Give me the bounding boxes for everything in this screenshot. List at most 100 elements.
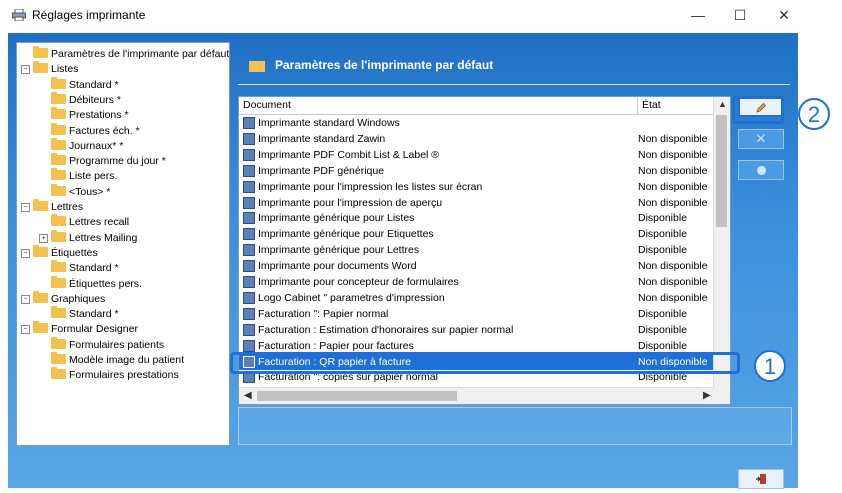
tree-item[interactable]: Standard * [39, 260, 119, 275]
tree-item[interactable]: Prestations * [39, 107, 129, 122]
collapse-icon[interactable]: − [21, 203, 30, 212]
tree-item-label: Liste pers. [69, 170, 118, 183]
printer-icon [12, 9, 26, 21]
tree-item[interactable]: Journaux* * [39, 137, 123, 153]
table-row[interactable]: Imprimante générique pour Etiquettes Disp… [239, 226, 714, 242]
tree-item[interactable]: <Tous> * [39, 183, 111, 199]
selection-highlight [230, 352, 740, 374]
column-header-document[interactable]: Document [239, 97, 638, 115]
collapse-icon[interactable]: − [21, 325, 30, 335]
collapse-icon[interactable]: − [21, 248, 30, 258]
horizontal-scrollbar[interactable]: ◀ ▶ [239, 387, 714, 404]
scroll-thumb[interactable] [716, 115, 727, 227]
tree-item[interactable]: Débiteurs * [39, 91, 121, 107]
row-document: Imprimante PDF Combit List & Label ® [258, 148, 440, 161]
exit-button[interactable] [738, 469, 784, 489]
window-title: Réglages imprimante [32, 8, 146, 22]
column-header-state[interactable]: État [638, 97, 718, 115]
folder-icon [51, 214, 66, 227]
row-document: Imprimante générique pour Lettres [258, 244, 420, 257]
tree-item[interactable]: Formulaires prestations [39, 367, 179, 382]
tree-item-label: Standard * [69, 308, 119, 321]
tree-item-label: Graphiques [51, 292, 106, 305]
tree-item[interactable]: − Lettres [21, 199, 84, 214]
row-state: Non disponible [638, 164, 708, 177]
row-state: Disponible [638, 228, 688, 241]
tree-item[interactable]: Standard * [39, 76, 119, 92]
close-button[interactable]: ✕ [764, 4, 804, 26]
scroll-left-icon[interactable]: ◀ [244, 390, 252, 401]
table-row[interactable]: Imprimante PDF générique Non disponible [239, 163, 714, 179]
row-document: Facturation ": Papier normal [258, 307, 389, 320]
folder-icon [51, 229, 66, 242]
folder-icon [51, 107, 66, 120]
scroll-right-icon[interactable]: ▶ [703, 390, 711, 401]
vertical-scrollbar[interactable]: ▲ [713, 97, 730, 388]
row-document: Facturation : Estimation d'honoraires su… [258, 323, 514, 336]
tree-item-label: Lettres [51, 201, 84, 213]
table-row[interactable]: Imprimante générique pour Listes Disponib… [239, 210, 714, 226]
tree-item[interactable]: − Listes [21, 61, 78, 76]
tree-item-label: Lettres recall [69, 216, 130, 229]
tree-item-label: Standard * [69, 262, 119, 275]
table-row[interactable]: Imprimante standard Windows [239, 115, 714, 131]
row-state: Disponible [638, 212, 688, 225]
header-divider [238, 84, 790, 85]
tree-item[interactable]: − Graphiques [21, 290, 106, 306]
tree-item[interactable]: Étiquettes pers. [39, 275, 142, 291]
document-icon [243, 132, 255, 145]
row-state: Non disponible [638, 148, 708, 161]
folder-icon [51, 336, 66, 349]
tree-item-label: <Tous> * [69, 185, 111, 198]
tree-item[interactable]: Factures éch. * [39, 122, 140, 138]
row-document: Imprimante PDF générique [258, 164, 385, 177]
table-row[interactable]: Imprimante pour documents Word Non dispon… [239, 258, 714, 274]
table-row[interactable]: Imprimante PDF Combit List & Label ® Non … [239, 147, 714, 163]
folder-icon [51, 183, 66, 196]
scroll-up-icon[interactable]: ▲ [718, 99, 727, 109]
tree-item-label: Modèle image du patient [69, 354, 184, 366]
table-row[interactable]: Imprimante standard Zawin Non disponible [239, 131, 714, 147]
folder-icon [33, 199, 48, 211]
document-icon [243, 228, 255, 241]
tree-item-label: Factures éch. * [69, 124, 140, 137]
folder-icon [51, 91, 66, 104]
tree-item[interactable]: − Formular Designer [21, 321, 138, 336]
folder-icon [33, 290, 48, 303]
table-row[interactable]: Facturation : Estimation d'honoraires su… [239, 322, 714, 338]
row-document: Imprimante pour concepteur de formulaire… [258, 276, 459, 288]
tree-item[interactable]: Formulaires patients [39, 336, 164, 352]
delete-button[interactable]: ✕ [738, 129, 784, 149]
collapse-icon[interactable]: − [21, 294, 30, 304]
row-document: Imprimante pour l'impression de aperçu [258, 196, 443, 209]
row-state: Non disponible [638, 276, 708, 288]
document-icon [243, 117, 255, 129]
table-row[interactable]: Facturation ": Papier normal Disponible [239, 306, 714, 322]
row-document: Imprimante générique pour Etiquettes [258, 228, 434, 241]
folder-icon [51, 122, 66, 135]
settings-tree[interactable]: Paramètres de l'imprimante par défaut − Li… [16, 42, 230, 446]
tree-item[interactable]: Liste pers. [39, 168, 118, 183]
table-row[interactable]: Imprimante pour l'impression de aperçu No… [239, 195, 714, 211]
table-row[interactable]: Imprimante pour concepteur de formulaire… [239, 274, 714, 290]
table-row[interactable]: Imprimante générique pour Lettres Disponi… [239, 242, 714, 258]
folder-icon [51, 137, 66, 150]
maximize-button[interactable]: ☐ [720, 4, 760, 26]
hscroll-thumb[interactable] [257, 391, 457, 401]
tree-item[interactable]: + Lettres Mailing [39, 229, 137, 245]
tree-item[interactable]: Lettres recall [39, 214, 130, 229]
run-button[interactable] [738, 160, 784, 180]
expand-icon[interactable]: + [39, 233, 48, 243]
row-document: Imprimante pour l'impression les listes … [258, 180, 483, 193]
folder-icon [51, 352, 66, 364]
tree-item[interactable]: Paramètres de l'imprimante par défaut [21, 46, 229, 61]
tree-item[interactable]: Modèle image du patient [39, 352, 184, 367]
edit-highlight [732, 96, 784, 124]
tree-item[interactable]: Standard * [39, 306, 119, 321]
minimize-button[interactable]: — [678, 4, 718, 26]
tree-item[interactable]: − Étiquettes [21, 244, 98, 260]
tree-item[interactable]: Programme du jour * [39, 153, 166, 168]
collapse-icon[interactable]: − [21, 65, 30, 75]
table-row[interactable]: Logo Cabinet " parametres d'impression No… [239, 290, 714, 306]
table-row[interactable]: Imprimante pour l'impression les listes … [239, 179, 714, 195]
